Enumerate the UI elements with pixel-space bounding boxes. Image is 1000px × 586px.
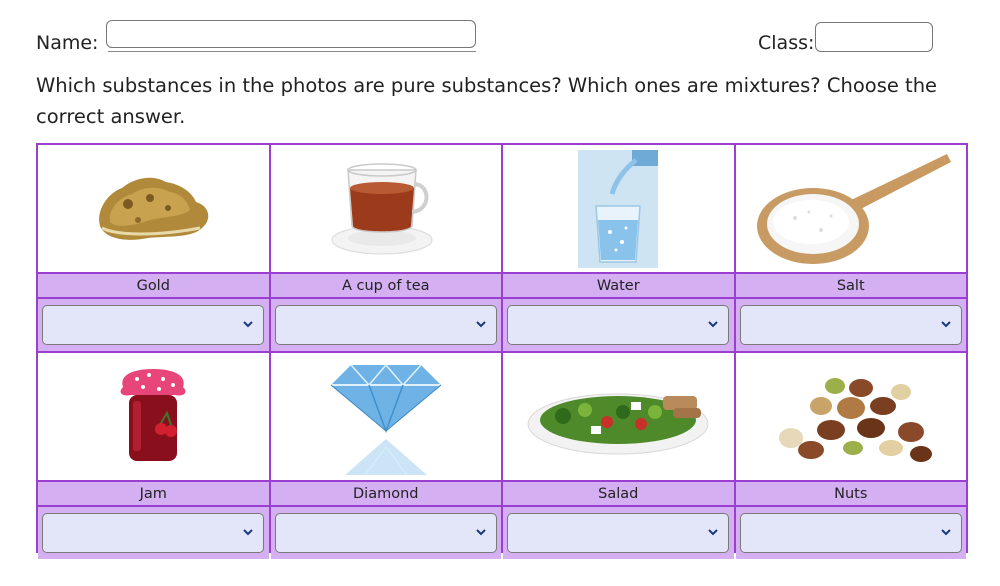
image-cell-salt bbox=[735, 145, 966, 272]
dropdown-water[interactable] bbox=[507, 305, 730, 345]
image-cell-jam bbox=[38, 353, 269, 480]
label-jam: Jam bbox=[38, 482, 269, 505]
gold-nugget-icon bbox=[88, 164, 218, 254]
label-salad: Salad bbox=[503, 482, 734, 505]
dropdown-nuts[interactable] bbox=[739, 513, 962, 553]
diamond-icon bbox=[321, 357, 451, 477]
chevron-down-icon bbox=[941, 529, 951, 536]
chevron-down-icon bbox=[243, 321, 253, 328]
header-row: Name: Class: bbox=[36, 20, 936, 60]
instructions-text: Which substances in the photos are pure … bbox=[36, 74, 938, 128]
image-cell-salad bbox=[503, 353, 734, 480]
chevron-down-icon bbox=[708, 321, 718, 328]
select-cell-salad bbox=[503, 507, 734, 559]
dropdown-tea[interactable] bbox=[274, 305, 497, 345]
chevron-down-icon bbox=[243, 529, 253, 536]
label-salt: Salt bbox=[735, 274, 966, 297]
select-cell-jam bbox=[38, 507, 269, 559]
dropdown-gold[interactable] bbox=[42, 305, 265, 345]
jam-jar-icon bbox=[113, 367, 193, 467]
label-tea: A cup of tea bbox=[270, 274, 501, 297]
chevron-down-icon bbox=[476, 529, 486, 536]
image-cell-water bbox=[503, 145, 734, 272]
select-cell-tea bbox=[270, 299, 501, 351]
select-cell-gold bbox=[38, 299, 269, 351]
label-nuts: Nuts bbox=[735, 482, 966, 505]
name-label: Name: bbox=[36, 32, 99, 54]
dropdown-diamond[interactable] bbox=[274, 513, 497, 553]
dropdown-salt[interactable] bbox=[739, 305, 962, 345]
class-field[interactable] bbox=[815, 22, 933, 52]
class-label: Class: bbox=[758, 32, 815, 54]
select-cell-salt bbox=[735, 299, 966, 351]
chevron-down-icon bbox=[476, 321, 486, 328]
dropdown-salad[interactable] bbox=[507, 513, 730, 553]
substances-grid: Gold A cup of tea Water Salt Jam Diamond… bbox=[36, 143, 968, 559]
image-cell-tea bbox=[270, 145, 501, 272]
worksheet-page: Name: Class: Which substances in the pho… bbox=[0, 0, 1000, 586]
salt-spoon-icon bbox=[751, 150, 951, 268]
name-field[interactable] bbox=[106, 20, 476, 48]
chevron-down-icon bbox=[941, 321, 951, 328]
label-gold: Gold bbox=[38, 274, 269, 297]
select-cell-diamond bbox=[270, 507, 501, 559]
nuts-pile-icon bbox=[761, 362, 941, 472]
select-cell-water bbox=[503, 299, 734, 351]
select-cell-nuts bbox=[735, 507, 966, 559]
image-cell-gold bbox=[38, 145, 269, 272]
label-water: Water bbox=[503, 274, 734, 297]
chevron-down-icon bbox=[708, 529, 718, 536]
salad-plate-icon bbox=[523, 372, 713, 462]
tea-cup-icon bbox=[326, 154, 446, 264]
name-underline bbox=[108, 51, 476, 52]
dropdown-jam[interactable] bbox=[42, 513, 265, 553]
image-cell-nuts bbox=[735, 353, 966, 480]
image-cell-diamond bbox=[270, 353, 501, 480]
water-glass-icon bbox=[578, 149, 659, 268]
label-diamond: Diamond bbox=[270, 482, 501, 505]
